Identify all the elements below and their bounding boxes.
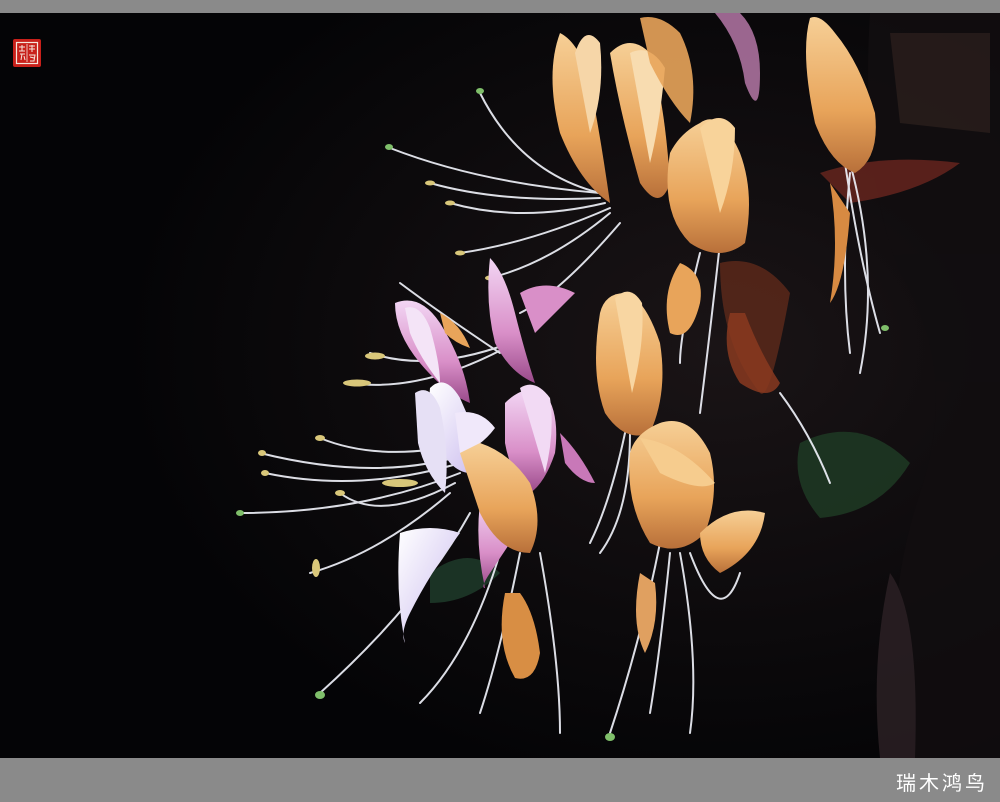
- frame-top-border: [0, 0, 1000, 13]
- artist-seal: [13, 39, 41, 67]
- frame-bottom-border: 瑞木鸿鸟: [0, 758, 1000, 802]
- photo-area: [0, 13, 1000, 758]
- photographer-signature: 瑞木鸿鸟: [896, 771, 988, 795]
- seal-icon: [15, 41, 39, 65]
- honeysuckle-photo: [0, 13, 1000, 758]
